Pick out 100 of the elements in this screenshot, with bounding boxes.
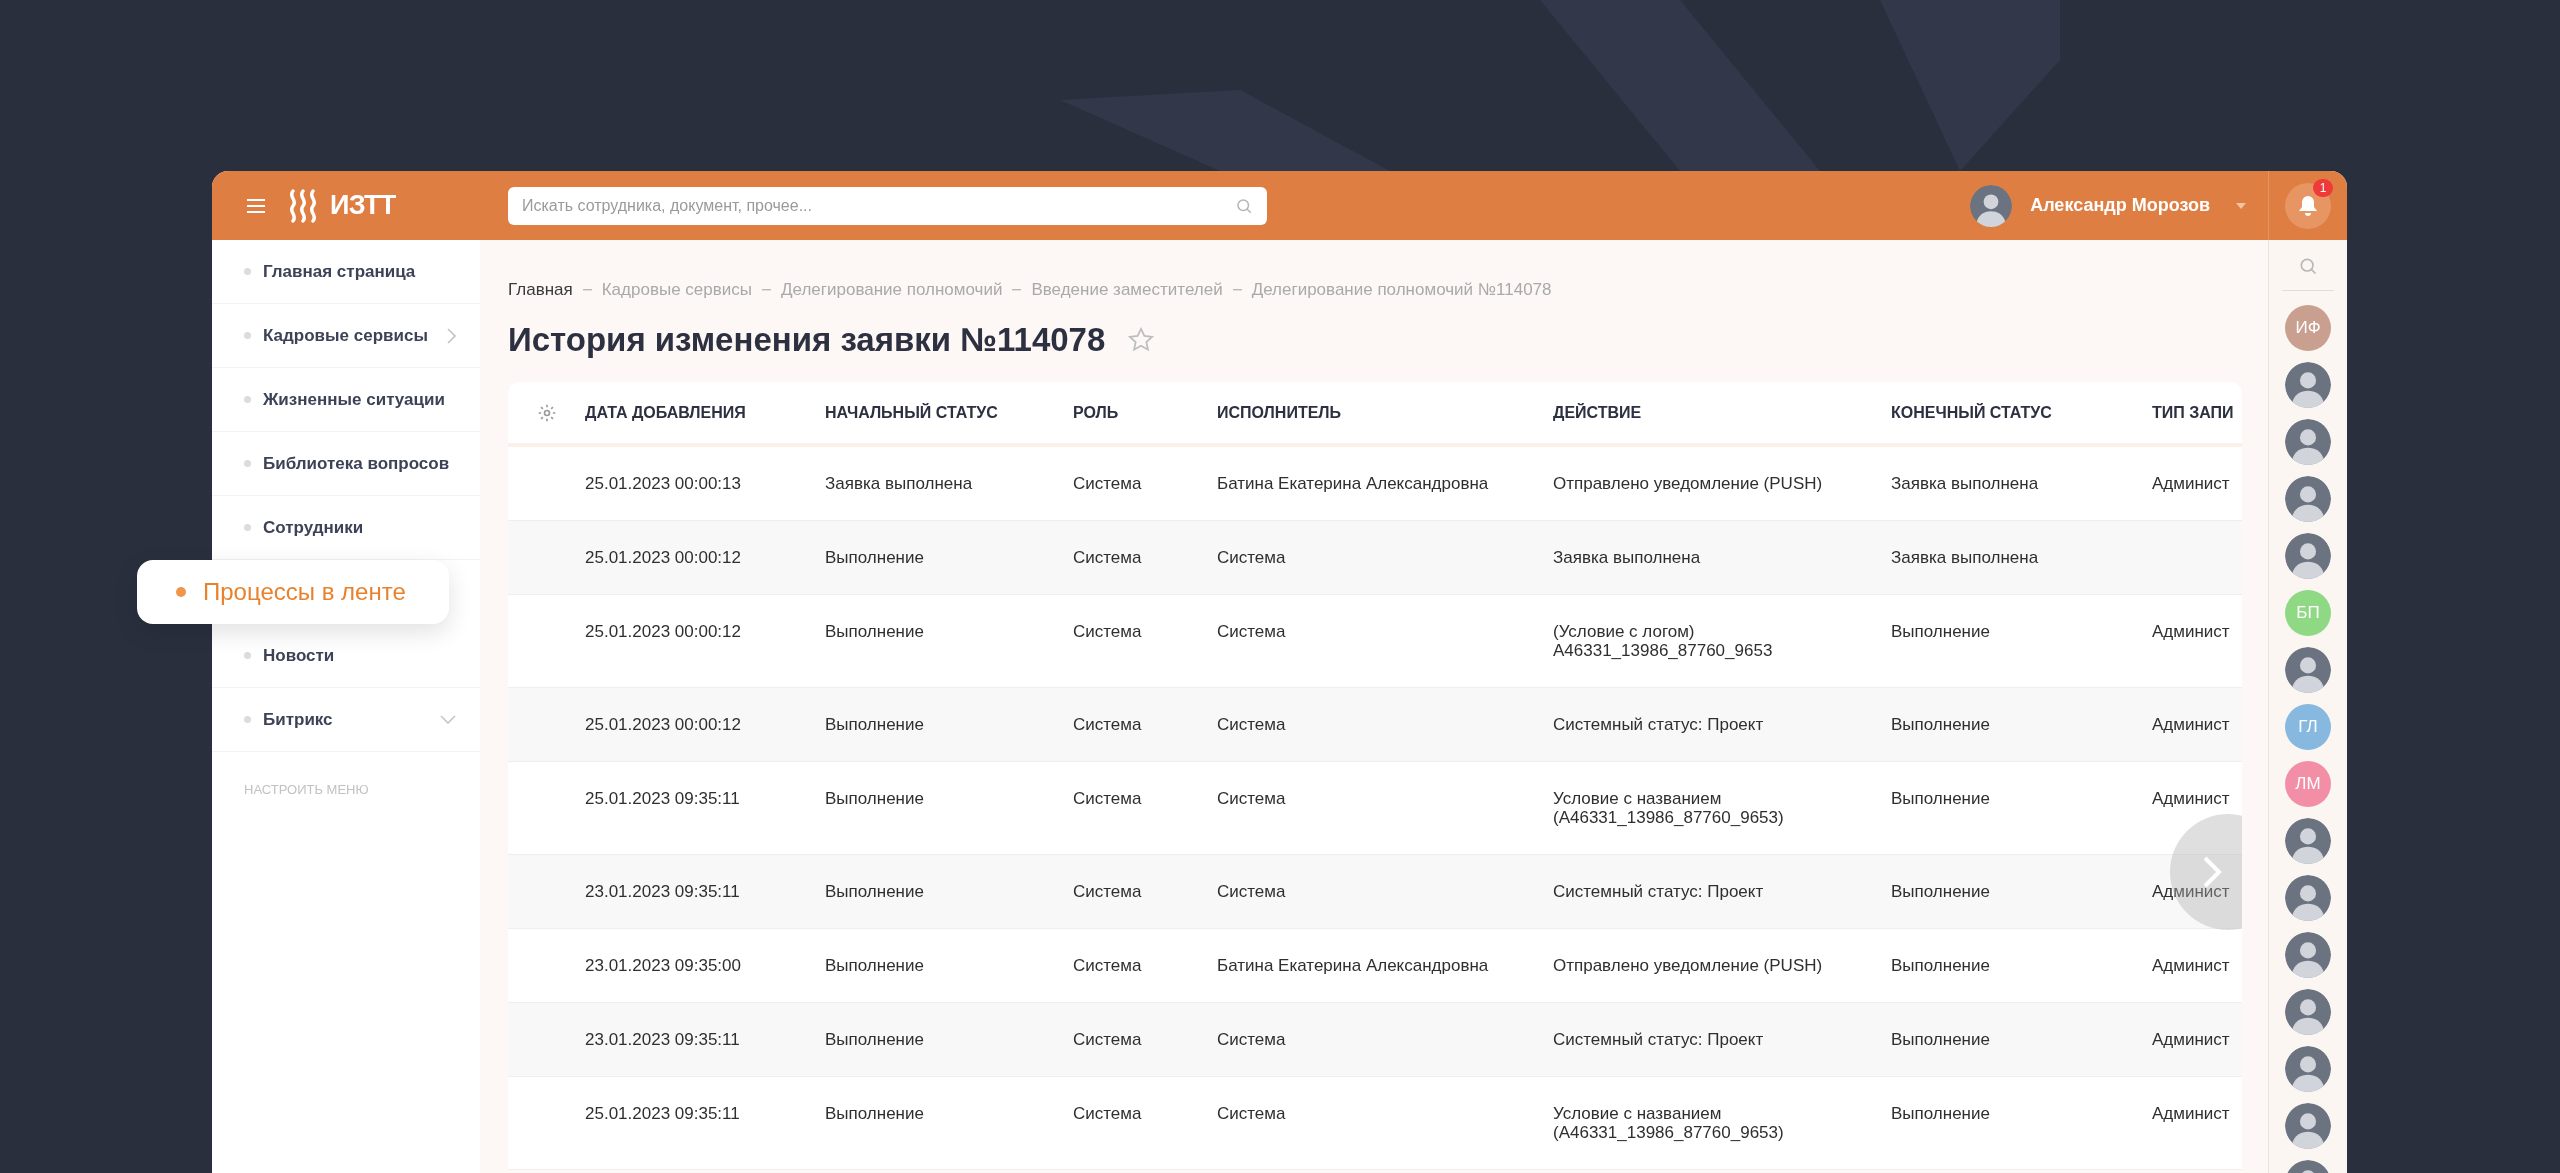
column-header[interactable]: ИСПОЛНИТЕЛЬ (1217, 400, 1553, 425)
contact-avatar (2285, 989, 2331, 1035)
table-cell: Админист (2152, 789, 2230, 808)
sidebar-item[interactable]: Кадровые сервисы (212, 304, 480, 368)
column-header[interactable]: РОЛЬ (1073, 400, 1217, 425)
table-cell: Админист (2152, 622, 2230, 641)
sidebar-item[interactable]: Главная страница (212, 240, 480, 304)
contact-avatar (2285, 362, 2331, 408)
contact-avatar (2285, 647, 2331, 693)
page-title: История изменения заявки №114078 (508, 320, 1106, 361)
table-cell: Системный статус: Проект (1553, 1030, 1764, 1049)
table-cell: Системный статус: Проект (1553, 715, 1764, 734)
table-cell: Отправлено уведомление (PUSH) (1553, 474, 1823, 493)
table-cell: Система (1073, 789, 1142, 808)
table-cell: Выполнение (825, 882, 924, 901)
sidebar-item[interactable]: Жизненные ситуации (212, 368, 480, 432)
menu-icon[interactable] (246, 197, 266, 214)
dash-icon (582, 289, 592, 291)
notification-button[interactable]: 1 (2285, 182, 2331, 229)
table-cell: 25.01.2023 00:00:12 (585, 622, 741, 641)
dash-icon (1012, 289, 1022, 291)
user-avatar (1970, 184, 2013, 227)
star-icon[interactable] (1127, 326, 1156, 354)
table-cell: Система (1217, 622, 1286, 641)
table-cell: Админист (2152, 1030, 2230, 1049)
table-cell: Отправлено уведомление (PUSH) (1553, 956, 1823, 975)
table-cell: Система (1073, 1104, 1142, 1123)
contact-avatar (2285, 932, 2331, 978)
contact-avatar (2285, 875, 2331, 921)
table-cell: Админист (2152, 715, 2230, 734)
chevron-icon (440, 715, 456, 724)
table-cell: Система (1073, 548, 1142, 567)
table-cell: Система (1217, 715, 1286, 734)
column-header[interactable]: ТИП ЗАПИ (2152, 400, 2242, 425)
table-cell: Выполнение (1891, 1030, 1990, 1049)
table-cell: Система (1073, 882, 1142, 901)
search-icon[interactable] (2298, 256, 2318, 276)
chevron-icon (447, 327, 456, 344)
table-cell: Выполнение (825, 1030, 924, 1049)
table-cell: Выполнение (1891, 715, 1990, 734)
contact-avatar (2285, 1103, 2331, 1149)
table-cell: Выполнение (825, 548, 924, 567)
table-cell: Система (1073, 622, 1142, 641)
table-cell: 25.01.2023 00:00:13 (585, 474, 741, 493)
table-cell: Выполнение (1891, 622, 1990, 641)
column-header[interactable]: ДЕЙСТВИЕ (1553, 400, 1891, 425)
dash-icon (762, 289, 771, 291)
table-cell: 23.01.2023 09:35:11 (585, 882, 740, 901)
contact-avatar (2285, 818, 2331, 864)
table-cell: Батина Екатерина Александровна (1217, 956, 1489, 975)
table-cell: Система (1217, 548, 1286, 567)
table-cell: Админист (2152, 956, 2230, 975)
column-header[interactable]: КОНЕЧНЫЙ СТАТУС (1891, 400, 2152, 425)
table-cell: 25.01.2023 00:00:12 (585, 715, 741, 734)
bell-icon (2298, 194, 2318, 217)
table-cell: Админист (2152, 882, 2230, 901)
table-cell: Выполнение (1891, 1104, 1990, 1123)
settings-icon[interactable] (536, 402, 557, 423)
sidebar-item[interactable]: Библиотека вопросов (212, 432, 480, 496)
table-cell: Система (1073, 715, 1142, 734)
table-cell: Система (1217, 789, 1286, 808)
contact-avatar (2285, 1046, 2331, 1092)
table-cell: Система (1073, 1030, 1142, 1049)
table-cell: Заявка выполнена (1553, 548, 1701, 567)
table-cell: Выполнение (1891, 882, 1990, 901)
table-cell: Система (1217, 882, 1286, 901)
table-cell: 25.01.2023 00:00:12 (585, 548, 741, 567)
table-cell: Система (1073, 474, 1142, 493)
contact-avatar (2285, 476, 2331, 522)
table-cell: Система (1217, 1104, 1286, 1123)
caret-icon[interactable] (2236, 202, 2246, 209)
table-cell: (Условие с логом) А46331_13986_87760_9653 (1553, 622, 1773, 660)
contact-avatar (2285, 533, 2331, 579)
table-cell: Выполнение (825, 1104, 924, 1123)
table-cell: Выполнение (825, 622, 924, 641)
table-cell: Система (1073, 956, 1142, 975)
column-header[interactable]: ДАТА ДОБАВЛЕНИЯ (585, 400, 825, 425)
table-cell: Заявка выполнена (825, 474, 973, 493)
table-cell: 23.01.2023 09:35:11 (585, 1030, 740, 1049)
column-header[interactable]: НАЧАЛЬНЫЙ СТАТУС (825, 400, 1073, 425)
breadcrumb-link[interactable]: Главная (508, 280, 573, 300)
table-cell: Выполнение (825, 715, 924, 734)
dash-icon (1232, 289, 1242, 291)
table-cell: Условие с названием (А46331_13986_87760_9653) (1553, 1104, 1784, 1142)
table-cell: Админист (2152, 1104, 2230, 1123)
search-field[interactable]: Искать сотрудника, документ, прочее... (508, 186, 1267, 225)
table-cell: Выполнение (1891, 789, 1990, 808)
table-cell: Заявка выполнена (1891, 548, 2039, 567)
table-cell: Условие с названием (А46331_13986_87760_9653) (1553, 789, 1784, 827)
table-cell: Системный статус: Проект (1553, 882, 1764, 901)
table-cell: Админист (2152, 474, 2230, 493)
table-cell: Выполнение (1891, 956, 1990, 975)
sidebar-item[interactable]: Битрикс (212, 688, 480, 752)
table-cell: Выполнение (825, 789, 924, 808)
sidebar-item[interactable]: Новости (212, 624, 480, 688)
table-cell: Батина Екатерина Александровна (1217, 474, 1489, 493)
notification-badge: 1 (2313, 178, 2333, 197)
table-cell: 23.01.2023 09:35:00 (585, 956, 741, 975)
table-cell: Заявка выполнена (1891, 474, 2039, 493)
table-cell: 25.01.2023 09:35:11 (585, 789, 740, 808)
